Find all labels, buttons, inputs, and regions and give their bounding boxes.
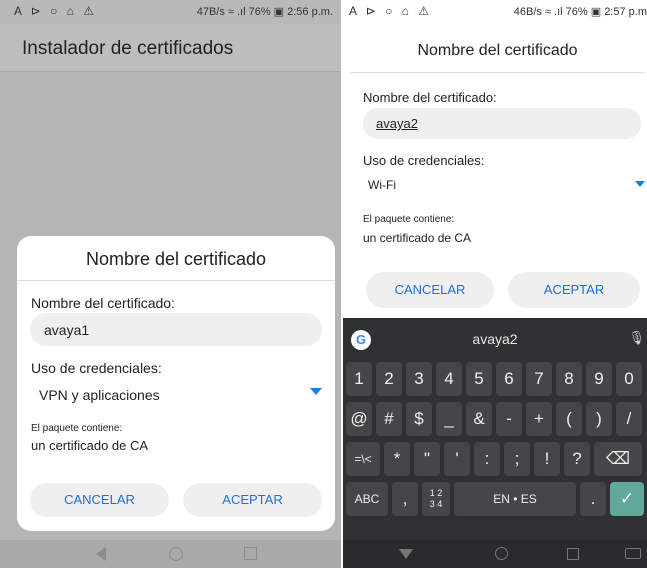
notification-icons: A ⊳ ○ ⌂ ⚠ bbox=[14, 4, 97, 18]
key-close-paren[interactable]: ) bbox=[586, 402, 612, 436]
credential-usage-dropdown[interactable]: Wi-Fi bbox=[363, 173, 645, 199]
key-open-paren[interactable]: ( bbox=[556, 402, 582, 436]
cancel-button[interactable]: CANCELAR bbox=[30, 483, 169, 517]
credential-usage-value: VPN y aplicaciones bbox=[39, 387, 160, 403]
dropdown-arrow-icon bbox=[310, 388, 322, 395]
status-info: 47B/s ≈ .ıl 76% ▣ 2:56 p.m. bbox=[196, 6, 333, 18]
credential-usage-label: Uso de credenciales: bbox=[363, 153, 485, 168]
key-underscore[interactable]: _ bbox=[436, 402, 462, 436]
navigation-bar bbox=[343, 540, 647, 568]
key-6[interactable]: 6 bbox=[496, 362, 522, 396]
key-single-quote[interactable]: ' bbox=[444, 442, 470, 476]
enter-check-icon[interactable]: ✓ bbox=[610, 482, 644, 516]
key-8[interactable]: 8 bbox=[556, 362, 582, 396]
certificate-name-input[interactable]: avaya1 bbox=[30, 313, 322, 346]
key-hash[interactable]: # bbox=[376, 402, 402, 436]
key-period[interactable]: . bbox=[580, 482, 606, 516]
key-double-quote[interactable]: " bbox=[414, 442, 440, 476]
key-0[interactable]: 0 bbox=[616, 362, 642, 396]
back-icon[interactable] bbox=[96, 547, 106, 561]
back-icon[interactable] bbox=[399, 549, 413, 559]
dropdown-arrow-icon bbox=[635, 181, 645, 187]
status-bar: A ⊳ ○ ⌂ ⚠ 46B/s ≈ .ıl 76% ▣ 2:57 p.m bbox=[343, 0, 647, 24]
navigation-bar bbox=[0, 540, 341, 568]
keyboard-switch-icon[interactable] bbox=[625, 548, 641, 559]
app-title: Instalador de certificados bbox=[22, 38, 234, 59]
key-9[interactable]: 9 bbox=[586, 362, 612, 396]
fraction-top: 1 2 bbox=[429, 488, 443, 498]
key-slash[interactable]: / bbox=[616, 402, 642, 436]
app-bar: Instalador de certificados bbox=[0, 24, 341, 72]
certificate-name-label: Nombre del certificado: bbox=[31, 295, 175, 311]
backspace-icon[interactable]: ⌫ bbox=[594, 442, 642, 476]
key-4[interactable]: 4 bbox=[436, 362, 462, 396]
accept-button[interactable]: ACEPTAR bbox=[183, 483, 322, 517]
divider bbox=[350, 72, 645, 73]
certificate-name-value: avaya1 bbox=[44, 322, 90, 338]
status-bar: A ⊳ ○ ⌂ ⚠ 47B/s ≈ .ıl 76% ▣ 2:56 p.m. bbox=[0, 0, 341, 24]
dialog-title: Nombre del certificado bbox=[85, 249, 267, 269]
key-plus[interactable]: + bbox=[526, 402, 552, 436]
key-3[interactable]: 3 bbox=[406, 362, 432, 396]
key-fraction[interactable]: 1 2 3 4 bbox=[422, 482, 450, 516]
fraction-bottom: 3 4 bbox=[429, 499, 443, 509]
key-2[interactable]: 2 bbox=[376, 362, 402, 396]
left-phone-screen: A ⊳ ○ ⌂ ⚠ 47B/s ≈ .ıl 76% ▣ 2:56 p.m. In… bbox=[0, 0, 341, 568]
key-colon[interactable]: : bbox=[474, 442, 500, 476]
key-dollar[interactable]: $ bbox=[406, 402, 432, 436]
key-comma[interactable]: , bbox=[392, 482, 418, 516]
recent-apps-icon[interactable] bbox=[567, 548, 579, 560]
key-at[interactable]: @ bbox=[346, 402, 372, 436]
credential-usage-dropdown[interactable]: VPN y aplicaciones bbox=[30, 382, 326, 408]
key-minus[interactable]: - bbox=[496, 402, 522, 436]
key-ampersand[interactable]: & bbox=[466, 402, 492, 436]
divider bbox=[17, 280, 335, 281]
key-abc[interactable]: ABC bbox=[346, 482, 388, 516]
certificate-name-label: Nombre del certificado: bbox=[363, 90, 497, 105]
space-bar[interactable]: EN • ES bbox=[454, 482, 576, 516]
package-contains-value: un certificado de CA bbox=[363, 231, 472, 245]
package-contains-label: El paquete contiene: bbox=[363, 214, 455, 225]
microphone-icon[interactable]: 🎙 bbox=[628, 330, 645, 346]
keyboard-suggestion-bar: G avaya2 🎙 bbox=[343, 318, 647, 358]
home-icon[interactable] bbox=[495, 547, 508, 560]
credential-usage-label: Uso de credenciales: bbox=[31, 360, 162, 376]
package-contains-label: El paquete contiene: bbox=[31, 423, 123, 434]
home-icon[interactable] bbox=[169, 547, 183, 561]
key-7[interactable]: 7 bbox=[526, 362, 552, 396]
key-asterisk[interactable]: * bbox=[384, 442, 410, 476]
certificate-name-input[interactable]: avaya2 bbox=[363, 108, 641, 139]
key-5[interactable]: 5 bbox=[466, 362, 492, 396]
certificate-name-dialog: Nombre del certificado Nombre del certif… bbox=[17, 236, 335, 531]
cancel-button[interactable]: CANCELAR bbox=[366, 272, 494, 308]
certificate-name-value: avaya2 bbox=[376, 116, 418, 131]
notification-icons: A ⊳ ○ ⌂ ⚠ bbox=[349, 4, 432, 18]
right-phone-screen: A ⊳ ○ ⌂ ⚠ 46B/s ≈ .ıl 76% ▣ 2:57 p.m Nom… bbox=[343, 0, 647, 568]
key-1[interactable]: 1 bbox=[346, 362, 372, 396]
status-info: 46B/s ≈ .ıl 76% ▣ 2:57 p.m bbox=[513, 6, 647, 18]
credential-usage-value: Wi-Fi bbox=[368, 178, 396, 192]
accept-button[interactable]: ACEPTAR bbox=[508, 272, 640, 308]
key-exclamation[interactable]: ! bbox=[534, 442, 560, 476]
key-symbols-toggle[interactable]: =\< bbox=[346, 442, 380, 476]
certificate-name-dialog: Nombre del certificado Nombre del certif… bbox=[350, 24, 645, 318]
onscreen-keyboard: G avaya2 🎙 1 2 3 4 5 6 7 8 9 0 @ # $ _ &… bbox=[343, 318, 647, 540]
key-question[interactable]: ? bbox=[564, 442, 590, 476]
dialog-title: Nombre del certificado bbox=[417, 42, 578, 59]
recent-apps-icon[interactable] bbox=[244, 547, 257, 560]
word-suggestion[interactable]: avaya2 bbox=[343, 331, 647, 347]
package-contains-value: un certificado de CA bbox=[31, 438, 149, 453]
key-semicolon[interactable]: ; bbox=[504, 442, 530, 476]
